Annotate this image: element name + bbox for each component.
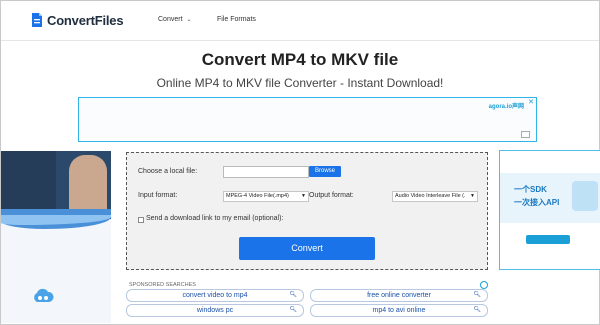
ad-close-icon[interactable]: ✕	[528, 98, 534, 106]
ad-brand: agora.io声网	[488, 104, 524, 110]
ad-info-icon[interactable]	[521, 131, 530, 138]
ad-right-line1: 一个SDK	[514, 185, 547, 194]
conversion-form: Choose a local file: Browse Input format…	[126, 152, 488, 270]
ad-right-badge[interactable]	[526, 235, 570, 244]
page-subtitle: Online MP4 to MKV file Converter - Insta…	[156, 76, 444, 90]
sponsored-search-item[interactable]: convert video to mp4 🔍︎	[126, 289, 304, 302]
input-format-value: MPEG-4 Video File(.mp4)	[226, 193, 289, 199]
ad-choices-icon[interactable]	[480, 281, 488, 289]
file-icon	[32, 13, 42, 27]
sponsored-search-item[interactable]: windows pc 🔍︎	[126, 304, 304, 317]
chevron-down-icon: ⌄	[186, 17, 192, 23]
input-format-select[interactable]: MPEG-4 Video File(.mp4) ▼	[223, 191, 309, 202]
page-title: Convert MP4 to MKV file	[201, 50, 399, 69]
dropdown-arrow-icon: ▼	[301, 193, 306, 199]
browse-button[interactable]: Browse	[309, 166, 341, 177]
banner-ad[interactable]: agora.io声网 ✕	[78, 97, 537, 142]
logo[interactable]: ConvertFiles	[31, 12, 124, 28]
output-format-select[interactable]: Audio Video Interleave File (. ▼	[392, 191, 478, 202]
side-ad-right[interactable]: 一个SDK 一次接入API	[499, 150, 600, 270]
email-checkbox[interactable]	[138, 217, 144, 223]
nav-convert-label: Convert	[158, 16, 183, 23]
cloud-icon	[34, 288, 54, 302]
search-icon: 🔍︎	[473, 307, 481, 313]
ad-right-graphic	[572, 181, 598, 211]
sponsored-label: SPONSORED SEARCHES	[129, 282, 196, 288]
logo-text: ConvertFiles	[47, 12, 124, 28]
convert-button[interactable]: Convert	[239, 237, 375, 260]
sponsored-search-text: mp4 to avi online	[372, 307, 426, 314]
choose-file-label: Choose a local file:	[138, 168, 198, 175]
dropdown-arrow-icon: ▼	[470, 193, 475, 199]
sponsored-search-text: windows pc	[196, 307, 234, 314]
nav-convert[interactable]: Convert ⌄	[158, 16, 192, 23]
sponsored-search-text: convert video to mp4	[182, 292, 248, 299]
site-header: ConvertFiles Convert ⌄ File Formats	[1, 1, 599, 41]
ad-right-line2: 一次接入API	[514, 198, 560, 207]
file-input[interactable]	[223, 166, 309, 178]
search-icon: 🔍︎	[473, 292, 481, 298]
side-ad-left[interactable]	[1, 151, 111, 323]
output-format-label: Output format:	[309, 192, 354, 199]
output-format-value: Audio Video Interleave File (.	[395, 193, 466, 199]
nav-file-formats[interactable]: File Formats	[217, 16, 256, 23]
sponsored-search-item[interactable]: mp4 to avi online 🔍︎	[310, 304, 488, 317]
input-format-label: Input format:	[138, 192, 178, 199]
sponsored-search-item[interactable]: free online converter 🔍︎	[310, 289, 488, 302]
email-label: Send a download link to my email (option…	[146, 215, 284, 222]
sponsored-search-text: free online converter	[367, 292, 431, 299]
search-icon: 🔍︎	[289, 292, 297, 298]
search-icon: 🔍︎	[289, 307, 297, 313]
